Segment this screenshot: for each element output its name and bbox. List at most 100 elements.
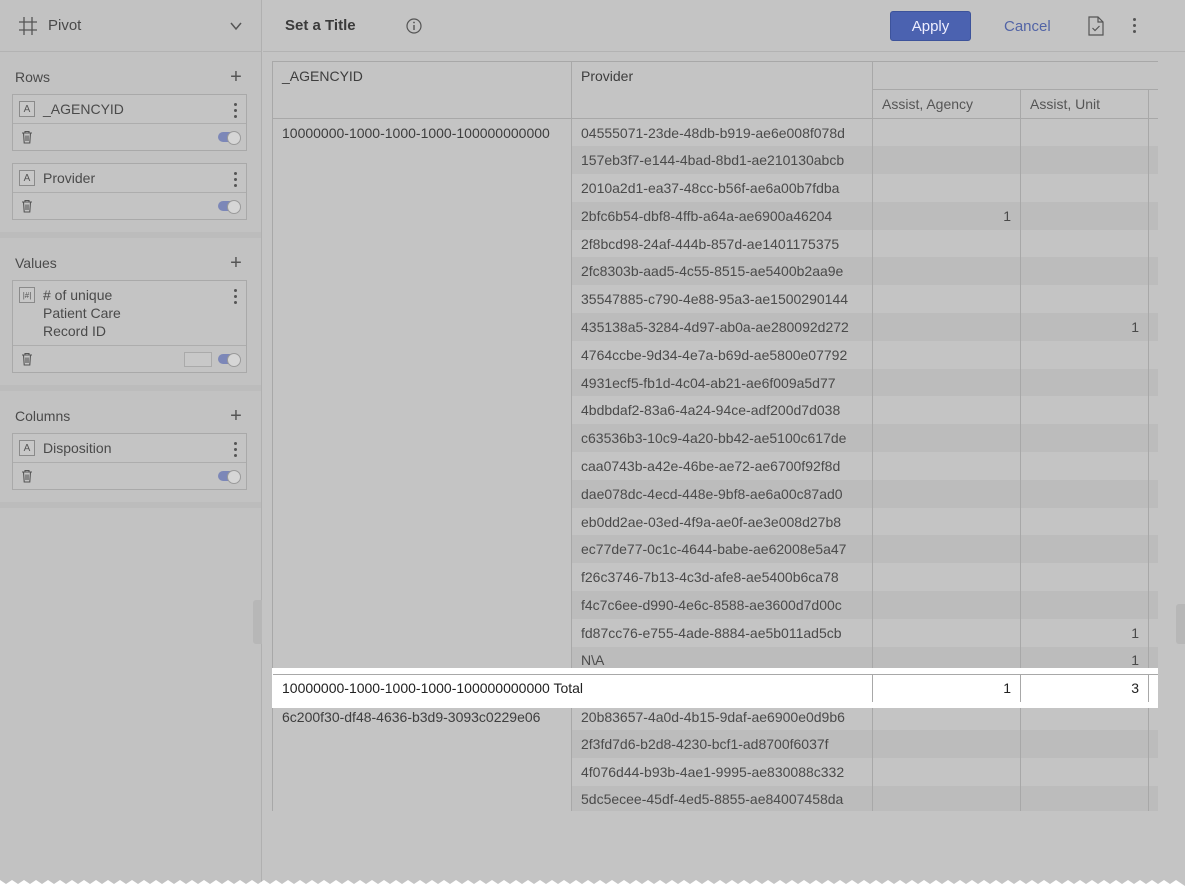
document-check-icon[interactable] — [1087, 16, 1105, 36]
value-cell[interactable]: 1 — [1020, 646, 1149, 675]
provider-cell[interactable]: 2bfc6b54-dbf8-4ffb-a64a-ae6900a46204 — [571, 201, 873, 230]
value-cell[interactable]: 1 — [872, 201, 1021, 230]
value-cell[interactable] — [872, 535, 1021, 564]
column-field-disposition[interactable]: A Disposition — [12, 433, 247, 490]
value-cell[interactable] — [872, 174, 1021, 202]
chevron-down-icon[interactable] — [229, 19, 243, 33]
value-cell[interactable] — [1020, 396, 1149, 425]
header-assist-unit[interactable]: Assist, Unit — [1020, 89, 1149, 119]
provider-cell[interactable]: 2010a2d1-ea37-48cc-b56f-ae6a00b7fdba — [571, 174, 873, 202]
value-cell[interactable] — [1020, 758, 1149, 786]
info-icon[interactable] — [405, 17, 422, 34]
add-column-icon[interactable]: + — [229, 406, 243, 426]
cancel-button[interactable]: Cancel — [1004, 11, 1051, 41]
provider-cell[interactable]: f4c7c6ee-d990-4e6c-8588-ae3600d7d00c — [571, 591, 873, 619]
provider-cell[interactable]: 4f076d44-b93b-4ae1-9995-ae830088c332 — [571, 758, 873, 786]
value-cell[interactable] — [872, 785, 1021, 811]
value-cell[interactable] — [872, 646, 1021, 675]
trash-icon[interactable] — [21, 469, 33, 483]
provider-cell[interactable]: 435138a5-3284-4d97-ab0a-ae280092d272 — [571, 313, 873, 341]
value-field-record-id[interactable]: |#| # of unique Patient Care Record ID — [12, 280, 247, 373]
total-value[interactable]: 1 — [872, 673, 1021, 703]
value-cell[interactable] — [1020, 368, 1149, 397]
value-cell[interactable] — [872, 758, 1021, 786]
value-cell[interactable] — [1020, 785, 1149, 811]
value-cell[interactable] — [1020, 285, 1149, 314]
total-label[interactable]: 10000000-1000-1000-1000-100000000000 Tot… — [272, 673, 873, 703]
provider-cell[interactable]: 2f3fd7d6-b2d8-4230-bcf1-ad8700f6037f — [571, 730, 873, 759]
total-value[interactable]: 3 — [1020, 673, 1149, 703]
provider-cell[interactable]: 4bdbdaf2-83a6-4a24-94ce-adf200d7d038 — [571, 396, 873, 425]
header-assist-agency[interactable]: Assist, Agency — [872, 89, 1021, 119]
provider-cell[interactable]: 4931ecf5-fb1d-4c04-ab21-ae6f009a5d77 — [571, 368, 873, 397]
value-cell[interactable] — [1020, 118, 1149, 147]
provider-cell[interactable]: dae078dc-4ecd-448e-9bf8-ae6a00c87ad0 — [571, 479, 873, 508]
trash-icon[interactable] — [21, 199, 33, 213]
provider-cell[interactable]: N\A — [571, 646, 873, 675]
value-cell[interactable] — [1020, 591, 1149, 619]
value-cell[interactable] — [1020, 730, 1149, 759]
field-menu-icon[interactable] — [230, 169, 240, 187]
value-cell[interactable] — [872, 452, 1021, 480]
pivot-selector[interactable]: Pivot — [0, 0, 261, 52]
header-provider[interactable]: Provider — [571, 61, 873, 119]
right-panel-handle[interactable] — [1176, 604, 1185, 644]
add-row-icon[interactable]: + — [229, 67, 243, 87]
value-cell[interactable] — [872, 285, 1021, 314]
value-cell[interactable] — [1020, 507, 1149, 536]
value-cell[interactable] — [1020, 201, 1149, 230]
value-cell[interactable]: 1 — [1020, 313, 1149, 341]
row-field-provider[interactable]: A Provider — [12, 163, 247, 220]
value-cell[interactable] — [872, 563, 1021, 592]
value-cell[interactable] — [872, 479, 1021, 508]
value-cell[interactable] — [1020, 174, 1149, 202]
value-cell[interactable] — [872, 229, 1021, 258]
provider-cell[interactable]: f26c3746-7b13-4c3d-afe8-ae5400b6ca78 — [571, 563, 873, 592]
add-value-icon[interactable]: + — [229, 253, 243, 273]
value-cell[interactable] — [872, 340, 1021, 369]
provider-cell[interactable]: 20b83657-4a0d-4b15-9daf-ae6900e0d9b6 — [571, 702, 873, 731]
field-menu-icon[interactable] — [230, 100, 240, 118]
agency-cell[interactable]: 6c200f30-df48-4636-b3d9-3093c0229e06 — [272, 702, 572, 811]
provider-cell[interactable]: c63536b3-10c9-4a20-bb42-ae5100c617de — [571, 424, 873, 453]
value-cell[interactable]: 1 — [1020, 618, 1149, 647]
provider-cell[interactable]: 157eb3f7-e144-4bad-8bd1-ae210130abcb — [571, 146, 873, 175]
value-cell[interactable] — [872, 118, 1021, 147]
provider-cell[interactable]: ec77de77-0c1c-4644-babe-ae62008e5a47 — [571, 535, 873, 564]
provider-cell[interactable]: 35547885-c790-4e88-95a3-ae1500290144 — [571, 285, 873, 314]
value-cell[interactable] — [1020, 340, 1149, 369]
toggle-switch[interactable] — [218, 200, 241, 214]
provider-cell[interactable]: 04555071-23de-48db-b919-ae6e008f078d — [571, 118, 873, 147]
toggle-switch[interactable] — [218, 470, 241, 484]
header-agencyid[interactable]: _AGENCYID — [272, 61, 572, 119]
value-cell[interactable] — [1020, 146, 1149, 175]
value-cell[interactable] — [872, 313, 1021, 341]
widget-title[interactable]: Set a Title — [285, 17, 356, 34]
toggle-switch[interactable] — [218, 353, 241, 367]
toggle-switch[interactable] — [218, 131, 241, 145]
value-cell[interactable] — [1020, 229, 1149, 258]
field-menu-icon[interactable] — [230, 439, 240, 457]
provider-cell[interactable]: fd87cc76-e755-4ade-8884-ae5b011ad5cb — [571, 618, 873, 647]
value-cell[interactable] — [1020, 563, 1149, 592]
value-cell[interactable] — [872, 368, 1021, 397]
provider-cell[interactable]: 4764ccbe-9d34-4e7a-b69d-ae5800e07792 — [571, 340, 873, 369]
provider-cell[interactable]: 2f8bcd98-24af-444b-857d-ae1401175375 — [571, 229, 873, 258]
provider-cell[interactable]: 5dc5ecee-45df-4ed5-8855-ae84007458da — [571, 785, 873, 811]
value-cell[interactable] — [1020, 424, 1149, 453]
value-cell[interactable] — [872, 702, 1021, 731]
field-menu-icon[interactable] — [230, 286, 240, 304]
value-cell[interactable] — [1020, 452, 1149, 480]
sidebar-collapse-handle[interactable] — [253, 600, 262, 644]
trash-icon[interactable] — [21, 352, 33, 366]
value-cell[interactable] — [872, 424, 1021, 453]
value-cell[interactable] — [872, 396, 1021, 425]
value-cell[interactable] — [1020, 257, 1149, 286]
value-cell[interactable] — [872, 257, 1021, 286]
provider-cell[interactable]: 2fc8303b-aad5-4c55-8515-ae5400b2aa9e — [571, 257, 873, 286]
value-cell[interactable] — [1020, 702, 1149, 731]
value-cell[interactable] — [872, 730, 1021, 759]
value-cell[interactable] — [872, 507, 1021, 536]
value-cell[interactable] — [1020, 479, 1149, 508]
provider-cell[interactable]: eb0dd2ae-03ed-4f9a-ae0f-ae3e008d27b8 — [571, 507, 873, 536]
